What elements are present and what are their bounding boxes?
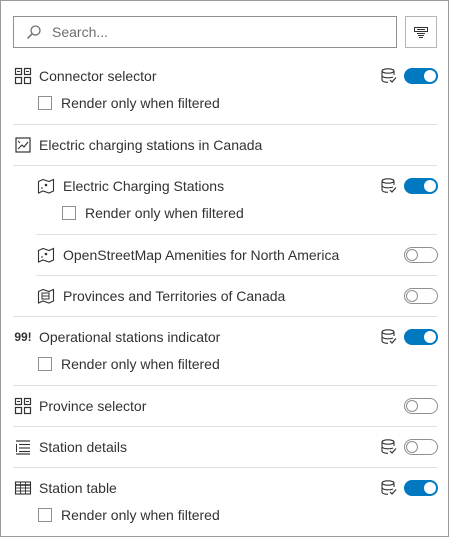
item-label: OpenStreetMap Amenities for North Americ…	[63, 247, 340, 263]
render-filtered-label: Render only when filtered	[61, 356, 220, 372]
divider	[36, 275, 437, 276]
toggle-knob	[424, 482, 436, 494]
item-group-canada[interactable]: Electric charging stations in Canada	[1, 133, 449, 157]
render-filtered-checkbox[interactable]	[38, 357, 52, 371]
feature-layer-icon	[36, 176, 56, 196]
render-filtered-option[interactable]: Render only when filtered	[1, 352, 449, 376]
render-filtered-checkbox[interactable]	[62, 206, 76, 220]
filter-button[interactable]	[405, 16, 437, 48]
render-filtered-checkbox[interactable]	[38, 508, 52, 522]
render-filtered-option[interactable]: Render only when filtered	[1, 91, 449, 115]
divider	[13, 316, 437, 317]
item-ev-stations[interactable]: Electric Charging Stations	[1, 174, 449, 198]
visibility-toggle[interactable]	[404, 288, 438, 304]
visibility-toggle[interactable]	[404, 439, 438, 455]
toggle-knob	[406, 290, 418, 302]
render-filtered-label: Render only when filtered	[61, 95, 220, 111]
table-icon	[13, 478, 33, 498]
map-group-icon	[13, 135, 33, 155]
toggle-knob	[406, 400, 418, 412]
feature-layer-icon	[36, 245, 56, 265]
toggle-knob	[406, 441, 418, 453]
item-provinces-territories[interactable]: Provinces and Territories of Canada	[1, 284, 449, 308]
item-label: Station table	[39, 480, 117, 496]
polygon-layer-icon	[36, 286, 56, 306]
item-label: Operational stations indicator	[39, 329, 221, 345]
visibility-toggle[interactable]	[404, 329, 438, 345]
render-filtered-option[interactable]: Render only when filtered	[1, 503, 449, 527]
render-filtered-label: Render only when filtered	[85, 205, 244, 221]
divider	[13, 165, 437, 166]
data-source-icon	[380, 67, 398, 85]
category-selector-icon	[13, 396, 33, 416]
visibility-toggle[interactable]	[404, 247, 438, 263]
category-selector-icon	[13, 66, 33, 86]
data-source-icon	[380, 438, 398, 456]
item-label: Provinces and Territories of Canada	[63, 288, 286, 304]
toggle-knob	[424, 180, 436, 192]
details-list-icon	[13, 437, 33, 457]
item-operational-indicator[interactable]: 99! Operational stations indicator	[1, 325, 449, 349]
visibility-toggle[interactable]	[404, 68, 438, 84]
render-filtered-label: Render only when filtered	[61, 507, 220, 523]
search-icon	[26, 25, 41, 40]
visibility-toggle[interactable]	[404, 398, 438, 414]
search-input[interactable]	[52, 20, 372, 44]
data-source-icon	[380, 479, 398, 497]
filter-list-icon	[414, 27, 428, 38]
item-osm-amenities[interactable]: OpenStreetMap Amenities for North Americ…	[1, 243, 449, 267]
widget-settings-panel: Connector selector Render only when filt…	[0, 0, 449, 537]
item-label: Station details	[39, 439, 127, 455]
item-label: Province selector	[39, 398, 147, 414]
toggle-knob	[424, 70, 436, 82]
divider	[13, 426, 437, 427]
divider	[13, 124, 437, 125]
item-label: Connector selector	[39, 68, 157, 84]
toggle-knob	[406, 249, 418, 261]
render-filtered-checkbox[interactable]	[38, 96, 52, 110]
item-connector-selector[interactable]: Connector selector	[1, 64, 449, 88]
data-source-icon	[380, 177, 398, 195]
item-label: Electric charging stations in Canada	[39, 137, 263, 153]
toggle-knob	[424, 331, 436, 343]
divider	[36, 234, 437, 235]
render-filtered-option[interactable]: Render only when filtered	[1, 201, 449, 225]
indicator-icon: 99!	[14, 330, 32, 344]
divider	[13, 467, 437, 468]
visibility-toggle[interactable]	[404, 480, 438, 496]
item-station-table[interactable]: Station table	[1, 476, 449, 500]
item-province-selector[interactable]: Province selector	[1, 394, 449, 418]
search-box[interactable]	[13, 16, 397, 48]
data-source-icon	[380, 328, 398, 346]
visibility-toggle[interactable]	[404, 178, 438, 194]
item-label: Electric Charging Stations	[63, 178, 225, 194]
item-station-details[interactable]: Station details	[1, 435, 449, 459]
divider	[13, 385, 437, 386]
